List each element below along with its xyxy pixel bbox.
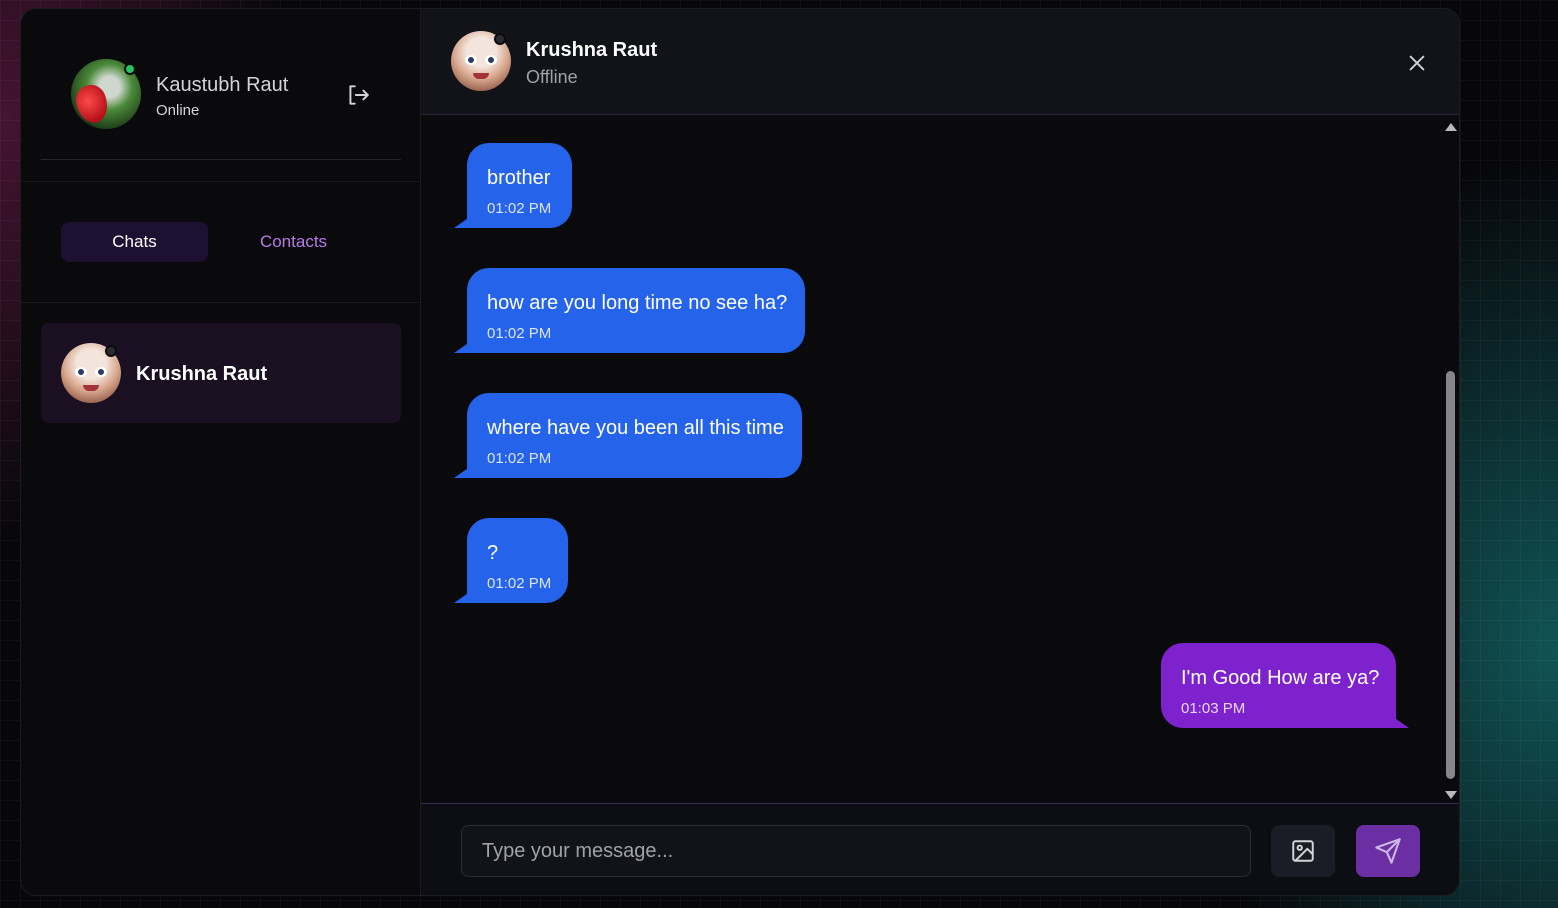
attach-image-button[interactable] (1271, 825, 1335, 877)
sidebar-tabs: Chats Contacts (61, 222, 381, 262)
online-indicator (124, 63, 136, 75)
chat-item-name: Krushna Raut (136, 363, 268, 385)
user-status: Online (156, 102, 200, 119)
message-bubble-incoming: where have you been all this time 01:02 … (467, 393, 802, 478)
user-profile: Kaustubh Raut Online (71, 59, 391, 131)
message-text: how are you long time no see ha? (487, 292, 788, 314)
conversation-panel: Krushna Raut Offline brother 01:02 PM ho… (421, 9, 1459, 895)
strawberry-image (72, 81, 112, 127)
message-text: brother (487, 167, 551, 189)
message-text: ? (487, 542, 499, 564)
message-time: 01:02 PM (487, 575, 552, 592)
header-status-indicator (494, 33, 506, 45)
message-bubble-incoming: ? 01:02 PM (467, 518, 568, 603)
message-time: 01:02 PM (487, 325, 552, 342)
close-chat-button[interactable] (1403, 49, 1431, 77)
message-time: 01:03 PM (1181, 700, 1246, 717)
message-scrollbar[interactable] (1443, 121, 1457, 801)
message-composer (421, 803, 1459, 895)
message-text: I'm Good How are ya? (1181, 667, 1380, 689)
chat-app-window: Kaustubh Raut Online Chats Contacts Krus… (20, 8, 1460, 896)
message-bubble-incoming: brother 01:02 PM (467, 143, 572, 228)
scroll-up-arrow[interactable] (1445, 123, 1457, 131)
tab-chats[interactable]: Chats (61, 222, 208, 262)
sidebar: Kaustubh Raut Online Chats Contacts Krus… (21, 9, 421, 895)
message-list: brother 01:02 PM how are you long time n… (421, 115, 1459, 803)
contact-name: Krushna Raut (526, 39, 658, 61)
message-time: 01:02 PM (487, 200, 552, 217)
section-divider (21, 181, 421, 182)
message-bubble-outgoing: I'm Good How are ya? 01:03 PM (1161, 643, 1396, 728)
chat-list-item[interactable]: Krushna Raut (41, 323, 401, 423)
logout-button[interactable] (344, 81, 372, 109)
tab-contacts[interactable]: Contacts (221, 222, 366, 262)
logout-icon (349, 85, 369, 105)
contact-status: Offline (526, 67, 578, 87)
send-button[interactable] (1356, 825, 1420, 877)
scroll-thumb[interactable] (1446, 371, 1455, 779)
conversation-header: Krushna Raut Offline (421, 9, 1459, 115)
profile-divider (41, 159, 401, 160)
message-text: where have you been all this time (487, 417, 784, 439)
message-bubble-incoming: how are you long time no see ha? 01:02 P… (467, 268, 805, 353)
user-name: Kaustubh Raut (156, 74, 289, 96)
tabs-divider (21, 302, 421, 303)
image-icon (1292, 840, 1314, 862)
status-indicator (105, 345, 117, 357)
close-icon (1409, 55, 1425, 71)
message-time: 01:02 PM (487, 450, 552, 467)
send-icon (1375, 838, 1401, 864)
scroll-down-arrow[interactable] (1445, 791, 1457, 799)
message-input[interactable] (461, 825, 1251, 877)
